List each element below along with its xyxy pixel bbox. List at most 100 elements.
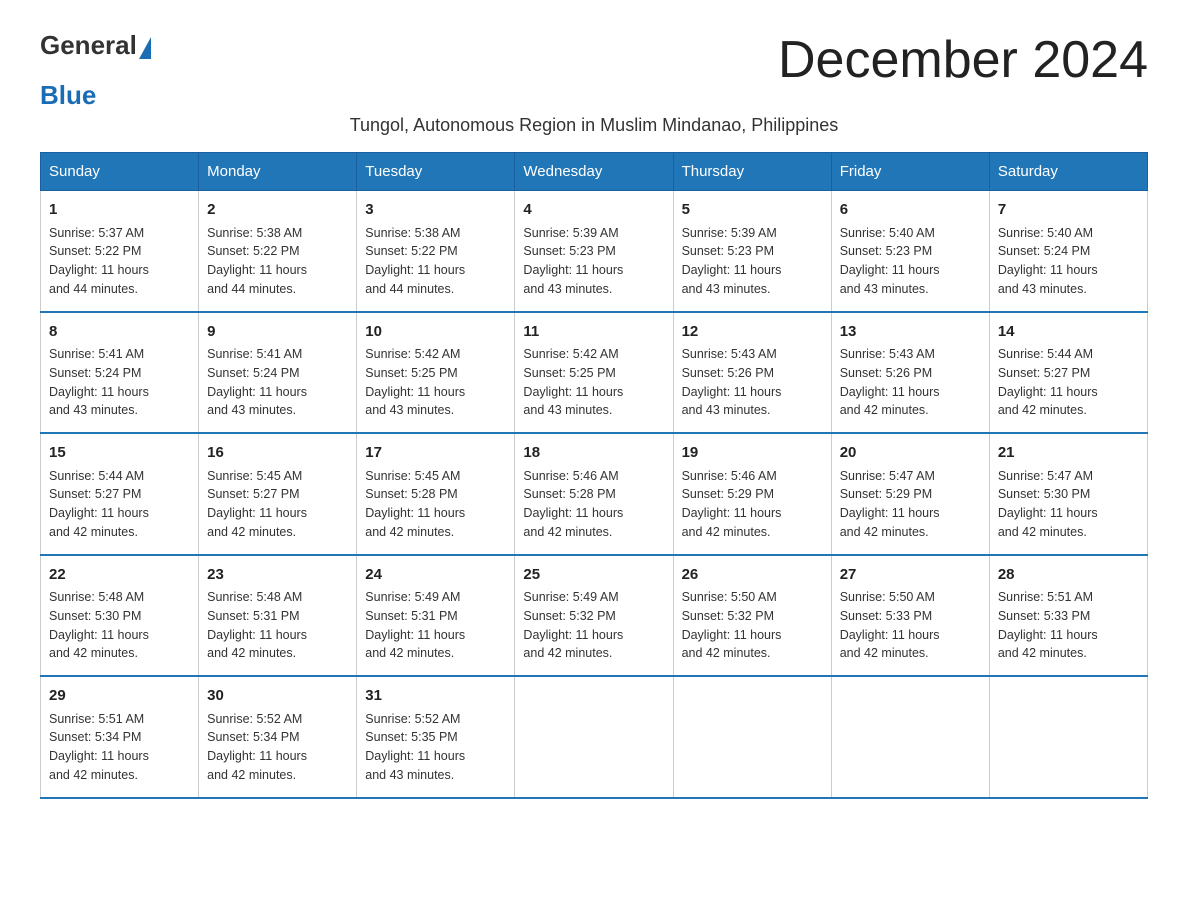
calendar-cell: 10Sunrise: 5:42 AMSunset: 5:25 PMDayligh…: [357, 312, 515, 434]
day-info: Sunrise: 5:38 AMSunset: 5:22 PMDaylight:…: [365, 224, 506, 299]
day-number: 3: [365, 199, 506, 222]
calendar-cell: [831, 676, 989, 798]
day-info: Sunrise: 5:46 AMSunset: 5:29 PMDaylight:…: [682, 467, 823, 542]
calendar-cell: 22Sunrise: 5:48 AMSunset: 5:30 PMDayligh…: [41, 555, 199, 677]
weekday-header-thursday: Thursday: [673, 153, 831, 191]
day-number: 25: [523, 564, 664, 587]
day-number: 27: [840, 564, 981, 587]
day-info: Sunrise: 5:43 AMSunset: 5:26 PMDaylight:…: [682, 345, 823, 420]
calendar-cell: 4Sunrise: 5:39 AMSunset: 5:23 PMDaylight…: [515, 191, 673, 312]
subtitle: Tungol, Autonomous Region in Muslim Mind…: [40, 115, 1148, 136]
day-number: 20: [840, 442, 981, 465]
day-number: 23: [207, 564, 348, 587]
day-info: Sunrise: 5:48 AMSunset: 5:31 PMDaylight:…: [207, 588, 348, 663]
day-number: 18: [523, 442, 664, 465]
calendar-cell: 30Sunrise: 5:52 AMSunset: 5:34 PMDayligh…: [199, 676, 357, 798]
calendar-week-row: 1Sunrise: 5:37 AMSunset: 5:22 PMDaylight…: [41, 191, 1148, 312]
day-number: 13: [840, 321, 981, 344]
day-info: Sunrise: 5:37 AMSunset: 5:22 PMDaylight:…: [49, 224, 190, 299]
day-number: 14: [998, 321, 1139, 344]
weekday-header-tuesday: Tuesday: [357, 153, 515, 191]
calendar-cell: 23Sunrise: 5:48 AMSunset: 5:31 PMDayligh…: [199, 555, 357, 677]
day-number: 19: [682, 442, 823, 465]
day-info: Sunrise: 5:49 AMSunset: 5:31 PMDaylight:…: [365, 588, 506, 663]
calendar-week-row: 29Sunrise: 5:51 AMSunset: 5:34 PMDayligh…: [41, 676, 1148, 798]
day-info: Sunrise: 5:42 AMSunset: 5:25 PMDaylight:…: [365, 345, 506, 420]
calendar-cell: 20Sunrise: 5:47 AMSunset: 5:29 PMDayligh…: [831, 433, 989, 555]
day-info: Sunrise: 5:45 AMSunset: 5:27 PMDaylight:…: [207, 467, 348, 542]
day-info: Sunrise: 5:49 AMSunset: 5:32 PMDaylight:…: [523, 588, 664, 663]
calendar-table: SundayMondayTuesdayWednesdayThursdayFrid…: [40, 152, 1148, 799]
calendar-cell: 19Sunrise: 5:46 AMSunset: 5:29 PMDayligh…: [673, 433, 831, 555]
day-info: Sunrise: 5:47 AMSunset: 5:29 PMDaylight:…: [840, 467, 981, 542]
calendar-cell: 25Sunrise: 5:49 AMSunset: 5:32 PMDayligh…: [515, 555, 673, 677]
calendar-cell: 24Sunrise: 5:49 AMSunset: 5:31 PMDayligh…: [357, 555, 515, 677]
calendar-cell: [673, 676, 831, 798]
day-number: 9: [207, 321, 348, 344]
day-number: 11: [523, 321, 664, 344]
calendar-cell: 6Sunrise: 5:40 AMSunset: 5:23 PMDaylight…: [831, 191, 989, 312]
logo-triangle-icon: [139, 37, 151, 59]
day-info: Sunrise: 5:43 AMSunset: 5:26 PMDaylight:…: [840, 345, 981, 420]
day-info: Sunrise: 5:51 AMSunset: 5:33 PMDaylight:…: [998, 588, 1139, 663]
calendar-cell: [515, 676, 673, 798]
weekday-header-sunday: Sunday: [41, 153, 199, 191]
calendar-cell: 2Sunrise: 5:38 AMSunset: 5:22 PMDaylight…: [199, 191, 357, 312]
day-info: Sunrise: 5:50 AMSunset: 5:32 PMDaylight:…: [682, 588, 823, 663]
day-number: 17: [365, 442, 506, 465]
page-title: December 2024: [778, 30, 1148, 90]
day-number: 28: [998, 564, 1139, 587]
weekday-header-monday: Monday: [199, 153, 357, 191]
calendar-cell: 31Sunrise: 5:52 AMSunset: 5:35 PMDayligh…: [357, 676, 515, 798]
day-number: 6: [840, 199, 981, 222]
day-number: 15: [49, 442, 190, 465]
day-info: Sunrise: 5:40 AMSunset: 5:24 PMDaylight:…: [998, 224, 1139, 299]
day-number: 7: [998, 199, 1139, 222]
day-info: Sunrise: 5:40 AMSunset: 5:23 PMDaylight:…: [840, 224, 981, 299]
day-info: Sunrise: 5:46 AMSunset: 5:28 PMDaylight:…: [523, 467, 664, 542]
day-number: 22: [49, 564, 190, 587]
day-info: Sunrise: 5:38 AMSunset: 5:22 PMDaylight:…: [207, 224, 348, 299]
day-number: 31: [365, 685, 506, 708]
day-number: 16: [207, 442, 348, 465]
day-number: 4: [523, 199, 664, 222]
day-info: Sunrise: 5:39 AMSunset: 5:23 PMDaylight:…: [682, 224, 823, 299]
day-number: 2: [207, 199, 348, 222]
calendar-cell: 1Sunrise: 5:37 AMSunset: 5:22 PMDaylight…: [41, 191, 199, 312]
calendar-week-row: 8Sunrise: 5:41 AMSunset: 5:24 PMDaylight…: [41, 312, 1148, 434]
day-number: 21: [998, 442, 1139, 465]
logo-general-text: General: [40, 30, 137, 61]
weekday-header-wednesday: Wednesday: [515, 153, 673, 191]
day-number: 12: [682, 321, 823, 344]
calendar-cell: 15Sunrise: 5:44 AMSunset: 5:27 PMDayligh…: [41, 433, 199, 555]
calendar-week-row: 22Sunrise: 5:48 AMSunset: 5:30 PMDayligh…: [41, 555, 1148, 677]
day-info: Sunrise: 5:41 AMSunset: 5:24 PMDaylight:…: [49, 345, 190, 420]
day-info: Sunrise: 5:52 AMSunset: 5:35 PMDaylight:…: [365, 710, 506, 785]
day-info: Sunrise: 5:41 AMSunset: 5:24 PMDaylight:…: [207, 345, 348, 420]
day-number: 5: [682, 199, 823, 222]
calendar-week-row: 15Sunrise: 5:44 AMSunset: 5:27 PMDayligh…: [41, 433, 1148, 555]
calendar-cell: 17Sunrise: 5:45 AMSunset: 5:28 PMDayligh…: [357, 433, 515, 555]
calendar-cell: 5Sunrise: 5:39 AMSunset: 5:23 PMDaylight…: [673, 191, 831, 312]
weekday-header-friday: Friday: [831, 153, 989, 191]
calendar-cell: 12Sunrise: 5:43 AMSunset: 5:26 PMDayligh…: [673, 312, 831, 434]
calendar-cell: 13Sunrise: 5:43 AMSunset: 5:26 PMDayligh…: [831, 312, 989, 434]
calendar-cell: 18Sunrise: 5:46 AMSunset: 5:28 PMDayligh…: [515, 433, 673, 555]
calendar-cell: 3Sunrise: 5:38 AMSunset: 5:22 PMDaylight…: [357, 191, 515, 312]
weekday-header-saturday: Saturday: [989, 153, 1147, 191]
calendar-cell: 8Sunrise: 5:41 AMSunset: 5:24 PMDaylight…: [41, 312, 199, 434]
day-info: Sunrise: 5:51 AMSunset: 5:34 PMDaylight:…: [49, 710, 190, 785]
day-info: Sunrise: 5:42 AMSunset: 5:25 PMDaylight:…: [523, 345, 664, 420]
calendar-cell: 11Sunrise: 5:42 AMSunset: 5:25 PMDayligh…: [515, 312, 673, 434]
calendar-cell: 14Sunrise: 5:44 AMSunset: 5:27 PMDayligh…: [989, 312, 1147, 434]
day-info: Sunrise: 5:44 AMSunset: 5:27 PMDaylight:…: [49, 467, 190, 542]
calendar-cell: 28Sunrise: 5:51 AMSunset: 5:33 PMDayligh…: [989, 555, 1147, 677]
day-info: Sunrise: 5:48 AMSunset: 5:30 PMDaylight:…: [49, 588, 190, 663]
day-info: Sunrise: 5:45 AMSunset: 5:28 PMDaylight:…: [365, 467, 506, 542]
calendar-cell: 7Sunrise: 5:40 AMSunset: 5:24 PMDaylight…: [989, 191, 1147, 312]
day-info: Sunrise: 5:52 AMSunset: 5:34 PMDaylight:…: [207, 710, 348, 785]
day-number: 26: [682, 564, 823, 587]
day-number: 30: [207, 685, 348, 708]
calendar-cell: 9Sunrise: 5:41 AMSunset: 5:24 PMDaylight…: [199, 312, 357, 434]
calendar-cell: 21Sunrise: 5:47 AMSunset: 5:30 PMDayligh…: [989, 433, 1147, 555]
